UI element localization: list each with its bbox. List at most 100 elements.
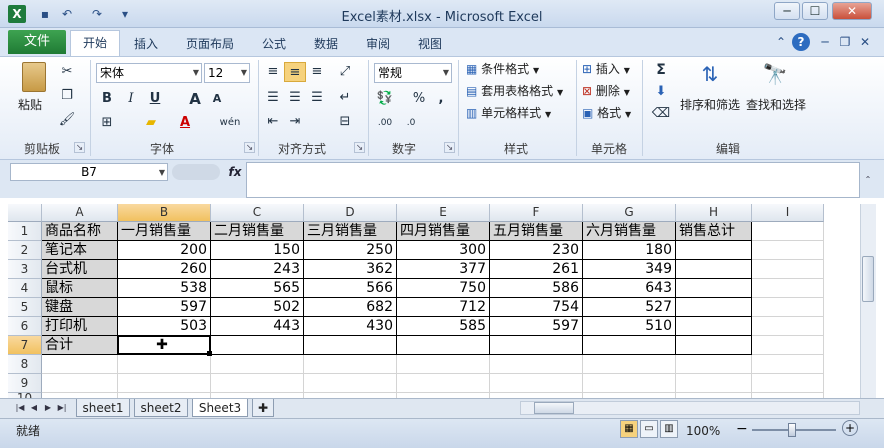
- cell-a8[interactable]: [42, 355, 118, 374]
- cell-d4[interactable]: 566: [304, 279, 397, 298]
- fill-icon[interactable]: ⬇: [650, 82, 672, 102]
- zoom-level[interactable]: 100%: [686, 422, 720, 440]
- insert-cells-button[interactable]: ⊞ 插入 ▼: [582, 60, 630, 80]
- cell-e9[interactable]: [397, 374, 490, 393]
- next-sheet-icon[interactable]: ▶: [42, 401, 54, 415]
- font-size-combo[interactable]: 12 ▼: [204, 63, 250, 83]
- cell-i1[interactable]: [752, 222, 824, 241]
- cell-e7[interactable]: [397, 336, 490, 355]
- cell-i5[interactable]: [752, 298, 824, 317]
- cell-f3[interactable]: 261: [490, 260, 583, 279]
- cell-b9[interactable]: [118, 374, 211, 393]
- cell-d1[interactable]: 三月销售量: [304, 222, 397, 241]
- cell-e4[interactable]: 750: [397, 279, 490, 298]
- cell-c5[interactable]: 502: [211, 298, 304, 317]
- borders-icon[interactable]: ⊞: [96, 113, 118, 133]
- cell-c3[interactable]: 243: [211, 260, 304, 279]
- normal-view-icon[interactable]: ▦: [620, 420, 638, 438]
- cell-i6[interactable]: [752, 317, 824, 336]
- increase-indent-icon[interactable]: ⇥: [284, 112, 306, 132]
- workbook-close-icon[interactable]: ✕: [856, 33, 874, 51]
- name-box[interactable]: B7 ▼: [10, 163, 168, 181]
- row-header-8[interactable]: 8: [8, 355, 42, 374]
- cell-d6[interactable]: 430: [304, 317, 397, 336]
- cell-a6[interactable]: 打印机: [42, 317, 118, 336]
- horizontal-scroll-thumb[interactable]: [534, 402, 574, 414]
- format-cells-button[interactable]: ▣ 格式 ▼: [582, 104, 631, 124]
- sheet-tab-sheet2[interactable]: sheet2: [134, 399, 188, 417]
- cell-e8[interactable]: [397, 355, 490, 374]
- paste-icon[interactable]: [22, 62, 46, 92]
- conditional-formatting-button[interactable]: ▦ 条件格式 ▼: [466, 60, 539, 80]
- formula-bar-splitter[interactable]: [172, 164, 220, 180]
- number-format-combo[interactable]: 常规 ▼: [374, 63, 452, 83]
- cell-f8[interactable]: [490, 355, 583, 374]
- decrease-decimal-icon[interactable]: .0: [400, 113, 422, 133]
- cell-h4[interactable]: [676, 279, 752, 298]
- cell-g1[interactable]: 六月销售量: [583, 222, 676, 241]
- page-layout-view-icon[interactable]: ▭: [640, 420, 658, 438]
- comma-button[interactable]: ,: [430, 89, 452, 109]
- wrap-text-icon[interactable]: ↵: [334, 88, 356, 108]
- font-color-icon[interactable]: A: [174, 113, 196, 133]
- cell-i9[interactable]: [752, 374, 824, 393]
- row-header-1[interactable]: 1: [8, 222, 42, 241]
- cell-h7[interactable]: [676, 336, 752, 355]
- bold-button[interactable]: B: [96, 89, 118, 109]
- cell-h2[interactable]: [676, 241, 752, 260]
- clipboard-launcher-icon[interactable]: ↘: [74, 142, 85, 153]
- tab-formulas[interactable]: 公式: [256, 34, 292, 54]
- cell-h6[interactable]: [676, 317, 752, 336]
- column-header-i[interactable]: I: [752, 204, 824, 222]
- cell-b3[interactable]: 260: [118, 260, 211, 279]
- cell-i8[interactable]: [752, 355, 824, 374]
- font-launcher-icon[interactable]: ↘: [244, 142, 255, 153]
- column-header-c[interactable]: C: [211, 204, 304, 222]
- insert-sheet-icon[interactable]: ✚: [252, 399, 274, 417]
- sort-filter-button[interactable]: 排序和筛选: [680, 96, 740, 114]
- find-select-button[interactable]: 查找和选择: [746, 96, 806, 114]
- insert-function-button[interactable]: fx: [225, 163, 245, 181]
- number-launcher-icon[interactable]: ↘: [444, 142, 455, 153]
- row-header-7[interactable]: 7: [8, 336, 42, 355]
- align-bottom-icon[interactable]: ≡: [306, 62, 328, 82]
- cell-i3[interactable]: [752, 260, 824, 279]
- cell-e6[interactable]: 585: [397, 317, 490, 336]
- cell-b4[interactable]: 538: [118, 279, 211, 298]
- align-right-icon[interactable]: ☰: [306, 88, 328, 108]
- cell-a7[interactable]: 合计: [42, 336, 118, 355]
- select-all-corner[interactable]: [8, 204, 42, 222]
- cell-d7[interactable]: [304, 336, 397, 355]
- maximize-button[interactable]: ☐: [802, 2, 828, 20]
- sort-filter-icon[interactable]: ⇅: [696, 62, 724, 92]
- autosum-button[interactable]: Σ: [650, 60, 672, 80]
- cell-b1[interactable]: 一月销售量: [118, 222, 211, 241]
- accounting-format-icon[interactable]: 💱: [374, 89, 396, 109]
- minimize-ribbon-icon[interactable]: ⌃: [772, 33, 790, 51]
- fill-color-icon[interactable]: ▰: [140, 113, 162, 133]
- first-sheet-icon[interactable]: |◀: [14, 401, 26, 415]
- cell-i4[interactable]: [752, 279, 824, 298]
- cell-h1[interactable]: 销售总计: [676, 222, 752, 241]
- cell-c2[interactable]: 150: [211, 241, 304, 260]
- cell-f1[interactable]: 五月销售量: [490, 222, 583, 241]
- column-header-h[interactable]: H: [676, 204, 752, 222]
- format-as-table-button[interactable]: ▤ 套用表格格式 ▼: [466, 82, 563, 102]
- format-painter-icon[interactable]: 🖌: [56, 110, 78, 130]
- cell-d2[interactable]: 250: [304, 241, 397, 260]
- cell-f7[interactable]: [490, 336, 583, 355]
- paste-button[interactable]: 粘贴: [18, 96, 42, 114]
- cell-g7[interactable]: [583, 336, 676, 355]
- cell-c7[interactable]: [211, 336, 304, 355]
- cell-e2[interactable]: 300: [397, 241, 490, 260]
- merge-center-icon[interactable]: ⊟: [334, 112, 356, 132]
- cell-a2[interactable]: 笔记本: [42, 241, 118, 260]
- cell-c1[interactable]: 二月销售量: [211, 222, 304, 241]
- cell-i2[interactable]: [752, 241, 824, 260]
- tab-data[interactable]: 数据: [308, 34, 344, 54]
- clear-icon[interactable]: ⌫: [650, 104, 672, 124]
- cell-d9[interactable]: [304, 374, 397, 393]
- cell-b8[interactable]: [118, 355, 211, 374]
- tab-insert[interactable]: 插入: [128, 34, 164, 54]
- tab-review[interactable]: 审阅: [360, 34, 396, 54]
